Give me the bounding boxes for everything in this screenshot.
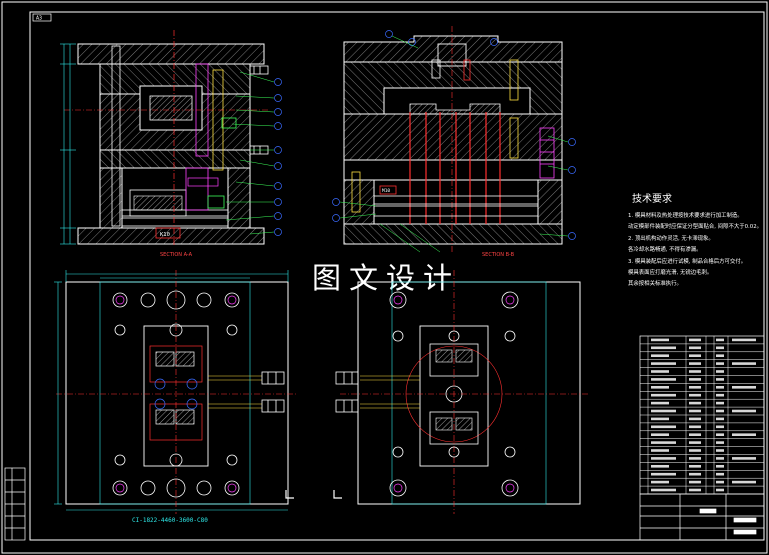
note-line-5: 3. 模具装配后应进行试模, 制品合格后方可交付。 <box>628 257 746 265</box>
bom-cell-text <box>716 441 724 444</box>
bom-cell-text <box>689 338 701 342</box>
callout-tag-left: K10 <box>160 232 170 238</box>
bom-cell-text <box>716 338 724 342</box>
bom-cell-text <box>716 362 724 365</box>
bom-cell-text <box>732 362 756 365</box>
bom-cell-text <box>732 457 756 460</box>
note-line-6: 模具表面应打磨光滑, 无锐边毛刺。 <box>628 268 712 276</box>
bom-cell-text <box>732 409 756 413</box>
bom-cell-text <box>651 449 669 452</box>
note-line-4: 各冷却水路畅通, 不得有渗漏。 <box>628 245 702 253</box>
plan-view-fixed-half <box>333 270 590 514</box>
part-code: CI-1822-4460-3600-C80 <box>132 517 208 524</box>
bom-cell-text <box>689 393 701 397</box>
bom-cell-text <box>689 488 701 492</box>
bom-cell-text <box>732 386 756 389</box>
bom-cell-text <box>716 370 724 373</box>
watermark-text: 图文设计 <box>312 261 460 295</box>
note-line-7: 其余按相关标准执行。 <box>628 279 682 287</box>
bom-cell-text <box>732 338 756 342</box>
bom-cell-text <box>716 409 724 413</box>
bom-cell-text <box>689 465 701 468</box>
bom-cell-text <box>651 386 669 389</box>
bom-cell-text <box>716 488 724 492</box>
callout-tag-right: M10 <box>382 188 390 194</box>
bom-cell-text <box>716 433 724 436</box>
bom-cell-text <box>689 346 701 350</box>
title-block <box>639 493 765 541</box>
bom-cell-text <box>689 378 701 381</box>
bom-cell-text <box>651 441 676 444</box>
bom-cell-text <box>651 401 669 405</box>
bom-cell-text <box>651 409 676 413</box>
bom-cell-text <box>716 393 724 397</box>
bom-cell-text <box>716 465 724 468</box>
bom-cell-text <box>689 417 701 421</box>
bom-cell-text <box>651 457 676 460</box>
bom-cell-text <box>651 362 676 365</box>
bom-cell-text <box>651 480 669 484</box>
bom-cell-text <box>651 417 669 421</box>
bom-cell-text <box>716 378 724 381</box>
bom-cell-text <box>732 433 756 436</box>
bom-cell-text <box>716 480 724 484</box>
revision-strip <box>4 467 26 541</box>
note-line-1: 1. 模具材料及热处理按技术要求进行加工制造。 <box>628 211 743 219</box>
bom-cell-text <box>689 362 701 365</box>
section-view-a: K10 SECTION A-A <box>60 30 282 258</box>
bom-cell-text <box>689 480 701 484</box>
bom-cell-text <box>689 472 701 476</box>
bom-cell-text <box>651 378 676 381</box>
bom-cell-text <box>732 480 756 484</box>
bom-cell-text <box>716 457 724 460</box>
bom-cell-text <box>716 449 724 452</box>
sheet-size-tag: A3 <box>36 16 42 22</box>
notes-title: 技术要求 <box>632 192 672 205</box>
bom-cell-text <box>689 457 701 460</box>
bom-cell-text <box>651 338 669 342</box>
bom-cell-text <box>716 472 724 476</box>
note-line-2: 动定模部件装配时应保证分型面贴合, 间隙不大于0.02。 <box>628 222 762 230</box>
bom-cell-text <box>716 417 724 421</box>
bom-cell-text <box>651 370 669 373</box>
plan-view-moving-half: CI-1822-4460-3600-C80 <box>54 270 298 524</box>
bom-cell-text <box>689 386 701 389</box>
bom-cell-text <box>689 449 701 452</box>
bom-cell-text <box>716 354 724 357</box>
bom-cell-text <box>716 346 724 350</box>
bom-cell-text <box>689 354 701 357</box>
bom-cell-text <box>716 401 724 405</box>
technical-requirements: 技术要求 1. 模具材料及热处理按技术要求进行加工制造。 动定模部件装配时应保证… <box>628 192 762 287</box>
bom-cell-text <box>689 425 701 429</box>
cad-drawing-sheet: A3 K10 SECTION A-A M10 SECTION B-B CI-18… <box>1 1 768 554</box>
bill-of-materials <box>639 335 765 495</box>
bom-cell-text <box>716 425 724 429</box>
section-label-a: SECTION A-A <box>160 252 193 258</box>
bom-cell-text <box>651 433 669 436</box>
bom-cell-text <box>716 386 724 389</box>
bom-cell-text <box>689 370 701 373</box>
bom-cell-text <box>651 488 676 492</box>
bom-cell-text <box>689 441 701 444</box>
bom-cell-text <box>651 354 669 357</box>
section-label-b: SECTION B-B <box>482 252 515 258</box>
note-line-3: 2. 顶出机构动作灵活, 无卡滞现象。 <box>628 234 714 242</box>
section-view-b: M10 SECTION B-B <box>332 26 576 258</box>
bom-cell-text <box>651 346 676 350</box>
bom-cell-text <box>689 409 701 413</box>
bom-cell-text <box>689 433 701 436</box>
bom-cell-text <box>651 472 676 476</box>
bom-cell-text <box>651 393 676 397</box>
bom-cell-text <box>689 401 701 405</box>
bom-cell-text <box>651 465 669 468</box>
bom-cell-text <box>651 425 676 429</box>
